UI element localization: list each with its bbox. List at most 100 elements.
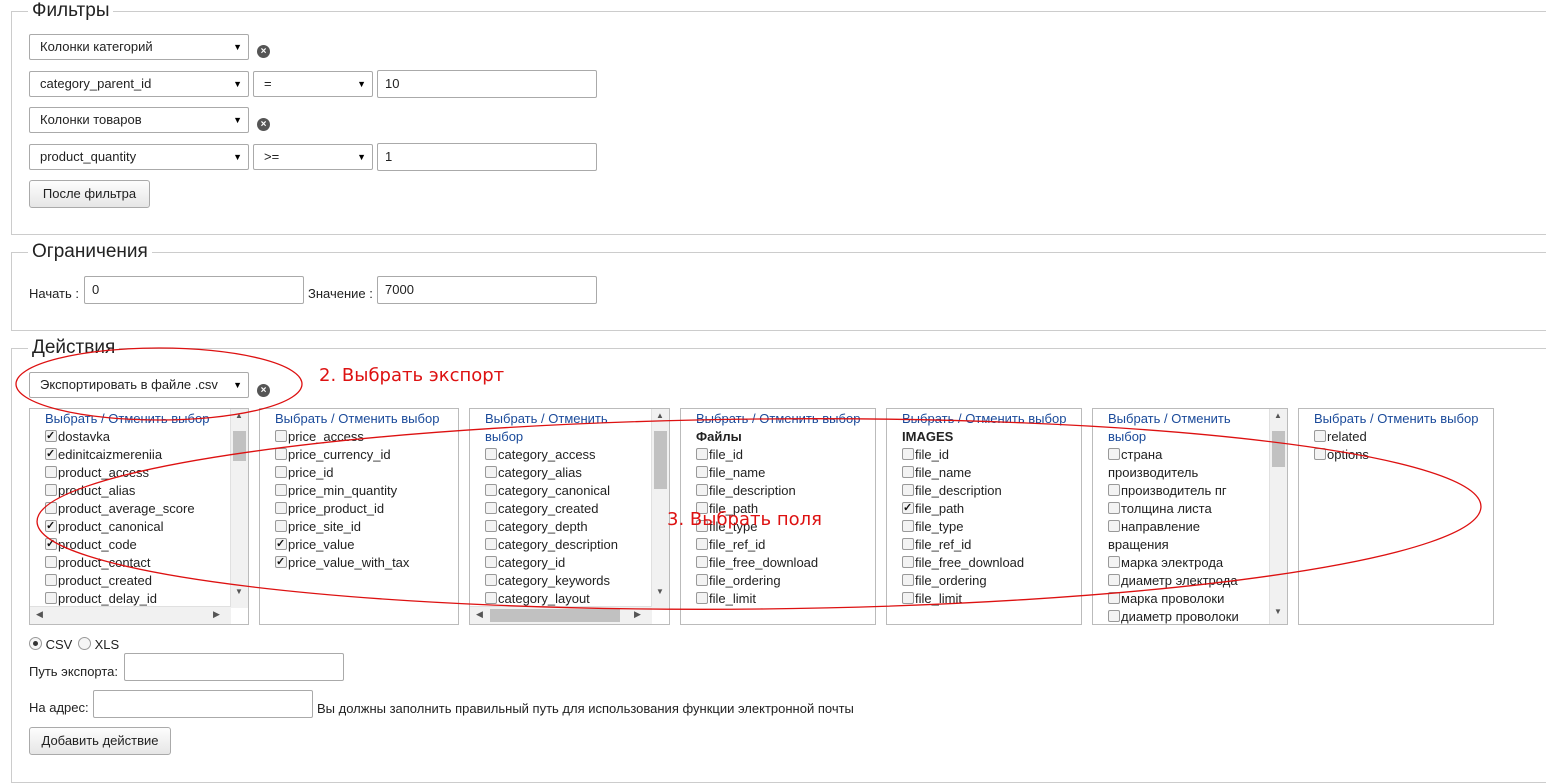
field-checkbox[interactable] (696, 592, 708, 604)
field-checkbox[interactable] (275, 448, 287, 460)
field-checkbox-row[interactable]: диаметр электрода (1108, 572, 1239, 590)
field-checkbox-row[interactable]: options (1314, 446, 1369, 464)
scroll-left-icon[interactable]: ◀ (476, 609, 483, 620)
field-checkbox[interactable] (485, 556, 497, 568)
field-checkbox[interactable] (902, 520, 914, 532)
select-toggle[interactable]: Выбрать / Отменить выбор (1314, 410, 1478, 428)
field-checkbox-row[interactable]: price_product_id (275, 500, 409, 518)
field-checkbox-row[interactable]: category_canonical (485, 482, 618, 500)
field-checkbox[interactable] (485, 448, 497, 460)
field-checkbox[interactable] (1108, 610, 1120, 622)
field-list-product[interactable]: Выбрать / Отменить выбор dostavka edinitc… (29, 408, 249, 625)
field-checkbox[interactable] (1108, 574, 1120, 586)
field-checkbox[interactable] (1108, 556, 1120, 568)
scroll-right-icon[interactable]: ▶ (213, 609, 220, 620)
unselect-all-link[interactable]: Отменить выбор (1377, 411, 1478, 426)
scroll-up-icon[interactable]: ▲ (235, 411, 243, 420)
field-checkbox-row[interactable]: category_description (485, 536, 618, 554)
select-toggle[interactable]: Выбрать / Отменить выбор (696, 410, 860, 428)
select-all-link[interactable]: Выбрать (696, 411, 748, 426)
field-checkbox-row[interactable]: диаметр проволоки (1108, 608, 1239, 624)
field-checkbox[interactable] (45, 535, 57, 553)
field-checkbox-row[interactable]: марка проволоки (1108, 590, 1239, 608)
filter-operator-select-2[interactable]: >= ▼ (253, 144, 373, 170)
field-checkbox[interactable] (902, 592, 914, 604)
address-input[interactable] (93, 690, 313, 718)
field-checkbox-row[interactable]: file_ordering (696, 572, 818, 590)
field-checkbox-row[interactable]: file_ordering (902, 572, 1024, 590)
value-input[interactable]: 7000 (377, 276, 597, 304)
field-checkbox[interactable] (485, 466, 497, 478)
field-checkbox-row[interactable]: category_alias (485, 464, 618, 482)
remove-filter-icon[interactable]: × (257, 118, 270, 131)
field-checkbox-row[interactable]: марка электрода (1108, 554, 1239, 572)
select-all-link[interactable]: Выбрать (1314, 411, 1366, 426)
field-checkbox-row[interactable]: category_access (485, 446, 618, 464)
remove-filter-icon[interactable]: × (257, 45, 270, 58)
select-toggle[interactable]: Выбрать / Отменить выбор (1108, 410, 1231, 446)
horizontal-scrollbar[interactable]: ◀ ▶ (30, 606, 231, 624)
vertical-scrollbar[interactable]: ▲ ▼ (230, 409, 248, 608)
field-checkbox-row[interactable]: file_description (696, 482, 818, 500)
filter-value-input[interactable]: 10 (377, 70, 597, 98)
scroll-down-icon[interactable]: ▼ (1274, 607, 1282, 616)
field-checkbox-row[interactable]: category_created (485, 500, 618, 518)
field-checkbox[interactable] (485, 538, 497, 550)
field-checkbox[interactable] (1108, 502, 1120, 514)
field-checkbox-row[interactable]: страна (1108, 446, 1239, 464)
field-checkbox-row[interactable]: производитель пг (1108, 482, 1239, 500)
field-checkbox-row[interactable]: category_id (485, 554, 618, 572)
field-list-price[interactable]: Выбрать / Отменить выбор price_access pri… (259, 408, 459, 625)
field-checkbox[interactable] (1108, 520, 1120, 532)
filter-value-input-2[interactable]: 1 (377, 143, 597, 171)
field-checkbox[interactable] (696, 556, 708, 568)
field-checkbox-row[interactable]: related (1314, 428, 1369, 446)
unselect-all-link[interactable]: Отменить выбор (338, 411, 439, 426)
field-checkbox[interactable] (485, 592, 497, 604)
field-checkbox-row[interactable]: category_depth (485, 518, 618, 536)
field-checkbox-row[interactable]: file_limit (696, 590, 818, 608)
field-checkbox[interactable] (1108, 484, 1120, 496)
export-path-input[interactable] (124, 653, 344, 681)
field-checkbox[interactable] (275, 553, 287, 571)
field-checkbox[interactable] (696, 574, 708, 586)
field-checkbox-row[interactable]: file_type (902, 518, 1024, 536)
scroll-left-icon[interactable]: ◀ (36, 609, 43, 620)
field-checkbox-row[interactable]: file_name (902, 464, 1024, 482)
field-checkbox[interactable] (275, 466, 287, 478)
scroll-thumb[interactable] (654, 431, 667, 489)
field-checkbox-row[interactable]: file_limit (902, 590, 1024, 608)
field-checkbox-row[interactable]: dostavka (45, 427, 195, 446)
field-checkbox-row[interactable]: file_free_download (902, 554, 1024, 572)
field-checkbox[interactable] (275, 535, 287, 553)
field-checkbox-row[interactable]: направление (1108, 518, 1239, 536)
field-checkbox[interactable] (45, 574, 57, 586)
filter-operator-select[interactable]: = ▼ (253, 71, 373, 97)
field-checkbox-row[interactable]: толщина листа (1108, 500, 1239, 518)
select-all-link[interactable]: Выбрать (902, 411, 954, 426)
start-input[interactable]: 0 (84, 276, 304, 304)
field-checkbox[interactable] (45, 427, 57, 445)
scroll-down-icon[interactable]: ▼ (656, 587, 664, 596)
field-checkbox[interactable] (902, 556, 914, 568)
field-checkbox-row[interactable]: product_average_score (45, 500, 195, 518)
unselect-all-link-cont[interactable]: выбор (485, 429, 523, 444)
field-checkbox-row[interactable]: product_access (45, 464, 195, 482)
scroll-right-icon[interactable]: ▶ (634, 609, 641, 620)
field-checkbox[interactable] (485, 484, 497, 496)
field-checkbox[interactable] (696, 466, 708, 478)
field-checkbox[interactable] (902, 574, 914, 586)
field-checkbox[interactable] (1314, 430, 1326, 442)
product-columns-select[interactable]: Колонки товаров ▼ (29, 107, 249, 133)
xls-radio[interactable] (77, 637, 91, 650)
scroll-thumb[interactable] (1272, 431, 1285, 467)
field-checkbox[interactable] (902, 448, 914, 460)
field-checkbox-row[interactable]: производитель (1108, 464, 1239, 482)
field-checkbox[interactable] (275, 502, 287, 514)
scroll-up-icon[interactable]: ▲ (656, 411, 664, 420)
select-toggle[interactable]: Выбрать / Отменить выбор (485, 410, 608, 446)
field-checkbox-row[interactable]: file_id (696, 446, 818, 464)
field-checkbox[interactable] (696, 538, 708, 550)
field-checkbox[interactable] (45, 592, 57, 604)
field-checkbox[interactable] (275, 430, 287, 442)
